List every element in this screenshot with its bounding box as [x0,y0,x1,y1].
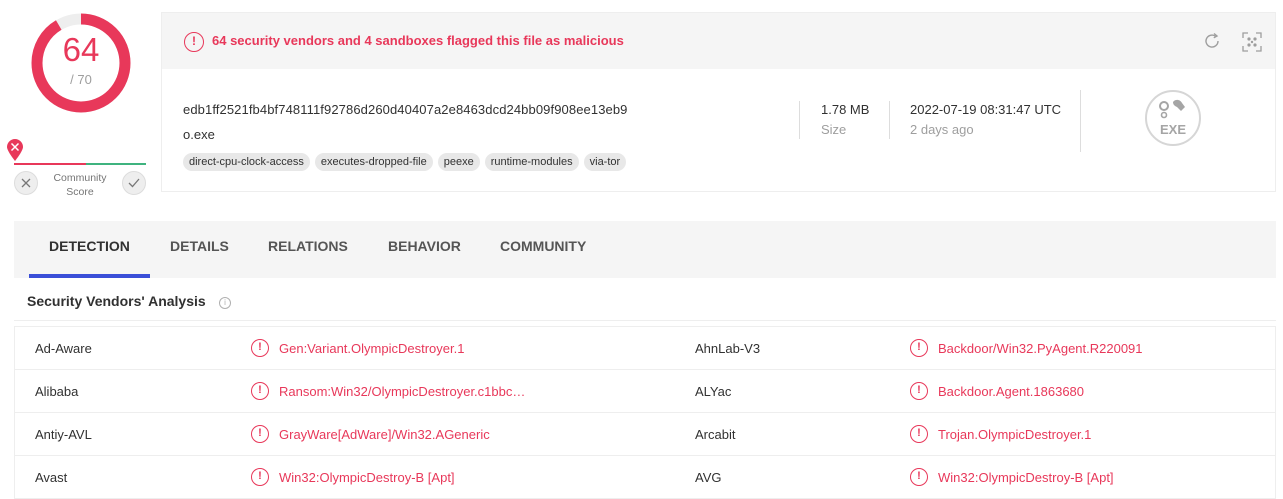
alert-icon: ! [910,339,928,357]
detection-label: GrayWare[AdWare]/Win32.AGeneric [279,426,490,442]
file-summary-card: ! 64 security vendors and 4 sandboxes fl… [161,12,1276,192]
detection-count: 64 [62,31,100,68]
community-bar-negative [14,163,86,165]
table-row: Antiy-AVL! GrayWare[AdWare]/Win32.AGeneri… [15,413,1275,456]
community-label-line1: Community [53,172,107,184]
file-hash[interactable]: edb1ff2521fb4bf748111f92786d260d40407a2e… [183,102,628,117]
alert-icon: ! [910,468,928,486]
divider [1080,90,1081,152]
detection-score: 64 / 70 [30,12,132,114]
file-tag[interactable]: runtime-modules [484,153,579,171]
tab-details[interactable]: DETAILS [150,221,249,278]
vendor-name: AVG [695,470,722,485]
alert-icon: ! [184,32,204,52]
file-tag[interactable]: peexe [437,153,480,171]
file-size: 1.78 MB [821,102,870,117]
alert-icon: ! [251,339,269,357]
community-score-label: Community Score [52,171,108,199]
vendor-name: Avast [35,470,68,485]
report-tabs: DETECTION DETAILS RELATIONS BEHAVIOR COM… [14,221,1276,278]
table-row: Alibaba! Ransom:Win32/OlympicDestroyer.c1… [15,370,1275,413]
table-row: Avast! Win32:OlympicDestroy-B [Apt] AVG! Wi… [15,456,1275,499]
tab-behavior[interactable]: BEHAVIOR [368,221,481,278]
vote-harmless-button[interactable] [122,171,146,195]
file-name: o.exe [183,127,215,142]
analysis-date-relative: 2 days ago [910,122,974,137]
tag-list: direct-cpu-clock-access executes-dropped-… [183,153,627,171]
detection-label: Ransom:Win32/OlympicDestroyer.c1bbc… [279,383,526,399]
divider [889,101,890,139]
file-tag[interactable]: via-tor [583,153,627,171]
detection-result: ! GrayWare[AdWare]/Win32.AGeneric [251,425,490,443]
alert-icon: ! [251,425,269,443]
tab-community[interactable]: COMMUNITY [480,221,606,278]
community-bar-positive [86,163,146,165]
divider [799,101,800,139]
detection-label: Backdoor/Win32.PyAgent.R220091 [938,340,1143,356]
alert-icon: ! [251,468,269,486]
malicious-alert: 64 security vendors and 4 sandboxes flag… [212,33,624,48]
vendor-name: AhnLab-V3 [695,341,761,356]
check-icon [128,178,140,188]
vendor-name: ALYac [695,384,732,399]
detection-total: / 70 [70,72,92,87]
detection-result: ! Backdoor.Agent.1863680 [910,382,1084,400]
section-title: Security Vendors' Analysis [27,293,206,309]
vote-malicious-button[interactable] [14,171,38,195]
file-tag[interactable]: direct-cpu-clock-access [183,153,310,171]
tab-detection[interactable]: DETECTION [29,221,150,278]
exe-file-type-icon: EXE [1145,90,1201,146]
detection-label: Win32:OlympicDestroy-B [Apt] [279,469,455,485]
detection-result: ! Win32:OlympicDestroy-B [Apt] [910,468,1114,486]
detection-result: ! Win32:OlympicDestroy-B [Apt] [251,468,455,486]
detection-result: ! Ransom:Win32/OlympicDestroyer.c1bbc… [251,382,525,400]
similar-files-icon[interactable] [1241,31,1263,53]
detection-result: ! Backdoor/Win32.PyAgent.R220091 [910,339,1143,357]
detection-result: ! Trojan.OlympicDestroyer.1 [910,425,1091,443]
community-score: Community Score [6,138,150,200]
table-row: Ad-Aware! Gen:Variant.OlympicDestroyer.1 A… [15,327,1275,370]
community-label-line2: Score [66,186,94,198]
close-icon [21,178,31,188]
file-size-label: Size [821,122,847,137]
vendor-name: Ad-Aware [35,341,92,356]
detection-label: Trojan.OlympicDestroyer.1 [938,426,1092,442]
detection-result: ! Gen:Variant.OlympicDestroyer.1 [251,339,464,357]
alert-icon: ! [910,382,928,400]
summary-header: ! 64 security vendors and 4 sandboxes fl… [162,13,1275,69]
alert-icon: ! [251,382,269,400]
vendor-name: Alibaba [35,384,79,399]
vendor-name: Arcabit [695,427,736,442]
vendor-name: Antiy-AVL [35,427,92,442]
info-icon[interactable]: i [219,297,231,309]
reanalyze-icon[interactable] [1201,31,1223,53]
community-score-marker-icon [6,138,24,162]
analysis-date: 2022-07-19 08:31:47 UTC [910,102,1062,117]
file-tag[interactable]: executes-dropped-file [314,153,433,171]
detection-label: Win32:OlympicDestroy-B [Apt] [938,469,1114,485]
alert-icon: ! [910,425,928,443]
detection-label: Gen:Variant.OlympicDestroyer.1 [279,340,465,356]
divider [14,320,1276,321]
vendor-results-table: Ad-Aware! Gen:Variant.OlympicDestroyer.1 A… [14,326,1276,499]
detection-label: Backdoor.Agent.1863680 [938,383,1085,399]
file-type-label: EXE [1159,122,1186,137]
tab-relations[interactable]: RELATIONS [248,221,368,278]
